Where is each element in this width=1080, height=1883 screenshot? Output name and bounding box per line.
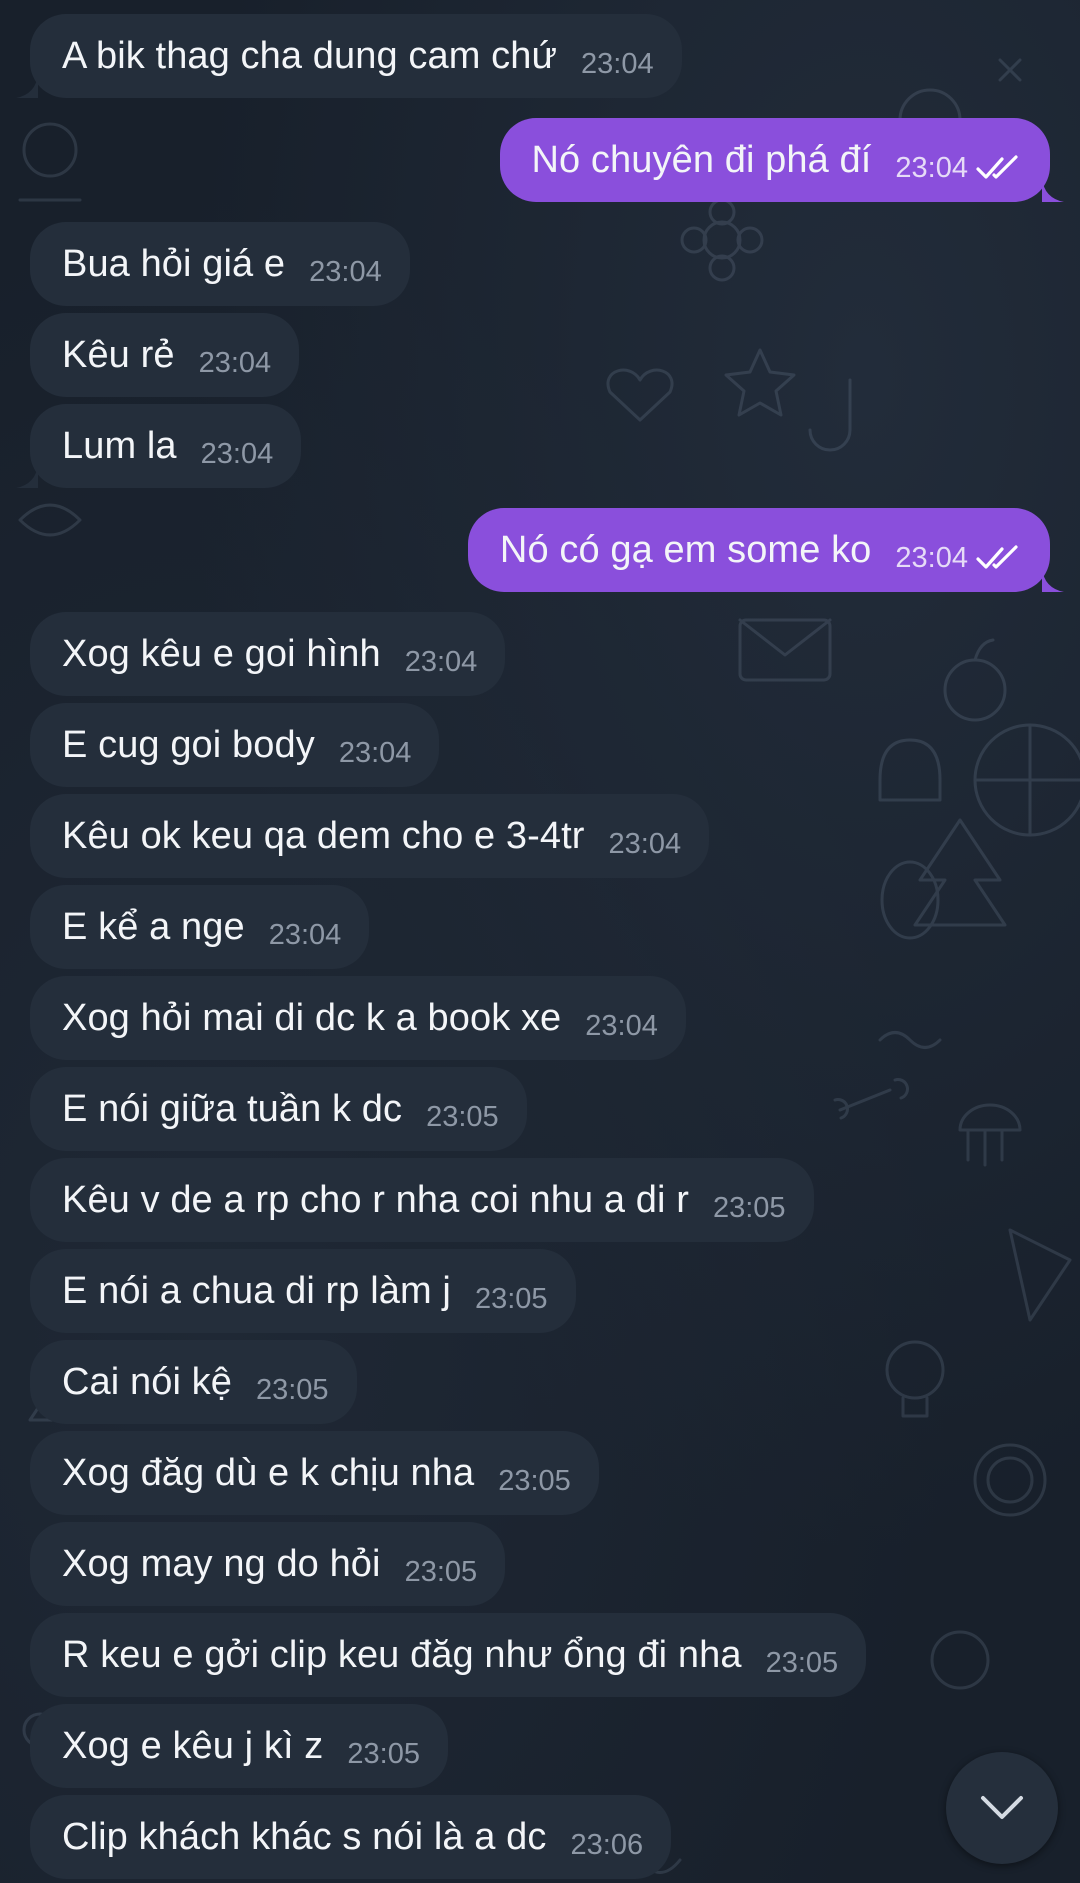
message-bubble-incoming[interactable]: A bik thag cha dung cam chứ 23:04 (16, 14, 682, 98)
message-text: E nói a chua di rp làm j (62, 1269, 451, 1312)
message-time: 23:04 (895, 541, 968, 574)
message-time: 23:04 (200, 437, 274, 470)
bubble-tail (16, 74, 38, 98)
message-time: 23:05 (347, 1737, 420, 1770)
message-bubble-incoming[interactable]: Kêu v de a rp cho r nha coi nhu a di r 2… (30, 1158, 814, 1242)
message-bubble-incoming[interactable]: Xog đăg dù e k chịu nha 23:05 (30, 1431, 599, 1515)
message-time: 23:04 (198, 346, 272, 379)
message-time: 23:05 (712, 1191, 786, 1224)
message-time: 23:04 (585, 1009, 658, 1042)
message-time: 23:04 (268, 918, 342, 951)
message-bubble-outgoing[interactable]: Nó chuyên đi phá đí 23:04 (499, 118, 1064, 202)
message-time: 23:05 (426, 1100, 499, 1133)
message-bubble-incoming[interactable]: Xog hỏi mai di dc k a book xe 23:04 (30, 976, 686, 1060)
message-bubble-incoming[interactable]: E kể a nge 23:04 (30, 885, 370, 969)
message-text: E kể a nge (62, 905, 245, 948)
message-time: 23:04 (581, 47, 654, 80)
chevron-down-icon (981, 1796, 1023, 1819)
message-text: Xog kêu e goi hình (62, 632, 381, 675)
message-bubble-outgoing[interactable]: Nó có gạ em some ko 23:04 (467, 508, 1064, 592)
message-bubble-incoming[interactable]: Lum la 23:04 (16, 404, 302, 488)
message-bubble-incoming[interactable]: Kêu ok keu qa dem cho e 3-4tr 23:04 (30, 794, 710, 878)
message-bubble-incoming[interactable]: Kêu rẻ 23:04 (30, 313, 300, 397)
message-text: E cug goi body (62, 723, 315, 766)
message-text: Xog e kêu j kì z (62, 1724, 324, 1767)
message-time: 23:05 (498, 1464, 571, 1497)
message-time: 23:05 (765, 1646, 839, 1679)
message-text: R keu e gởi clip keu đăg như ổng đi nha (62, 1633, 742, 1676)
message-text: Nó chuyên đi phá đí (531, 138, 872, 181)
message-text: Xog đăg dù e k chịu nha (62, 1451, 475, 1494)
message-time: 23:05 (474, 1282, 548, 1315)
message-bubble-incoming[interactable]: E cug goi body 23:04 (30, 703, 440, 787)
message-text: A bik thag cha dung cam chứ (62, 34, 557, 77)
bubble-tail (1042, 568, 1064, 592)
message-bubble-incoming[interactable]: Bua hỏi giá e 23:04 (30, 222, 410, 306)
message-time: 23:04 (338, 736, 412, 769)
message-text: Xog may ng do hỏi (62, 1542, 381, 1585)
message-text: Bua hỏi giá e (62, 242, 286, 285)
message-text: Cai nói kệ (62, 1360, 232, 1403)
message-text: Nó có gạ em some ko (499, 528, 872, 571)
bubble-tail (1042, 178, 1064, 202)
message-time: 23:04 (309, 255, 382, 288)
message-text: Xog hỏi mai di dc k a book xe (62, 996, 562, 1039)
message-bubble-incoming[interactable]: E nói a chua di rp làm j 23:05 (30, 1249, 576, 1333)
message-time: 23:04 (404, 645, 478, 678)
message-time: 23:04 (895, 151, 968, 184)
message-bubble-incoming[interactable]: Xog kêu e goi hình 23:04 (30, 612, 506, 696)
message-text: Lum la (62, 424, 177, 467)
message-bubble-incoming[interactable]: Xog may ng do hỏi 23:05 (30, 1522, 506, 1606)
scroll-to-bottom-button[interactable] (946, 1752, 1058, 1864)
message-text: Kêu v de a rp cho r nha coi nhu a di r (62, 1178, 689, 1221)
double-check-icon (976, 155, 1018, 179)
message-bubble-incoming[interactable]: R keu e gởi clip keu đăg như ổng đi nha … (30, 1613, 867, 1697)
message-bubble-incoming[interactable]: Clip khách khác s nói là a dc 23:06 (30, 1795, 672, 1879)
message-time: 23:05 (255, 1373, 329, 1406)
bubble-tail (16, 464, 38, 488)
message-time: 23:06 (570, 1828, 644, 1861)
message-time: 23:04 (608, 827, 682, 860)
message-text: Kêu ok keu qa dem cho e 3-4tr (62, 814, 585, 857)
message-bubble-incoming[interactable]: Xog e kêu j kì z 23:05 (30, 1704, 448, 1788)
double-check-icon (976, 545, 1018, 569)
message-text: Clip khách khác s nói là a dc (62, 1815, 547, 1858)
message-bubble-incoming[interactable]: Cai nói kệ 23:05 (30, 1340, 357, 1424)
message-bubble-incoming[interactable]: E nói giữa tuần k dc 23:05 (30, 1067, 527, 1151)
message-text: Kêu rẻ (62, 333, 175, 376)
message-time: 23:05 (404, 1555, 478, 1588)
message-text: E nói giữa tuần k dc (62, 1087, 403, 1130)
